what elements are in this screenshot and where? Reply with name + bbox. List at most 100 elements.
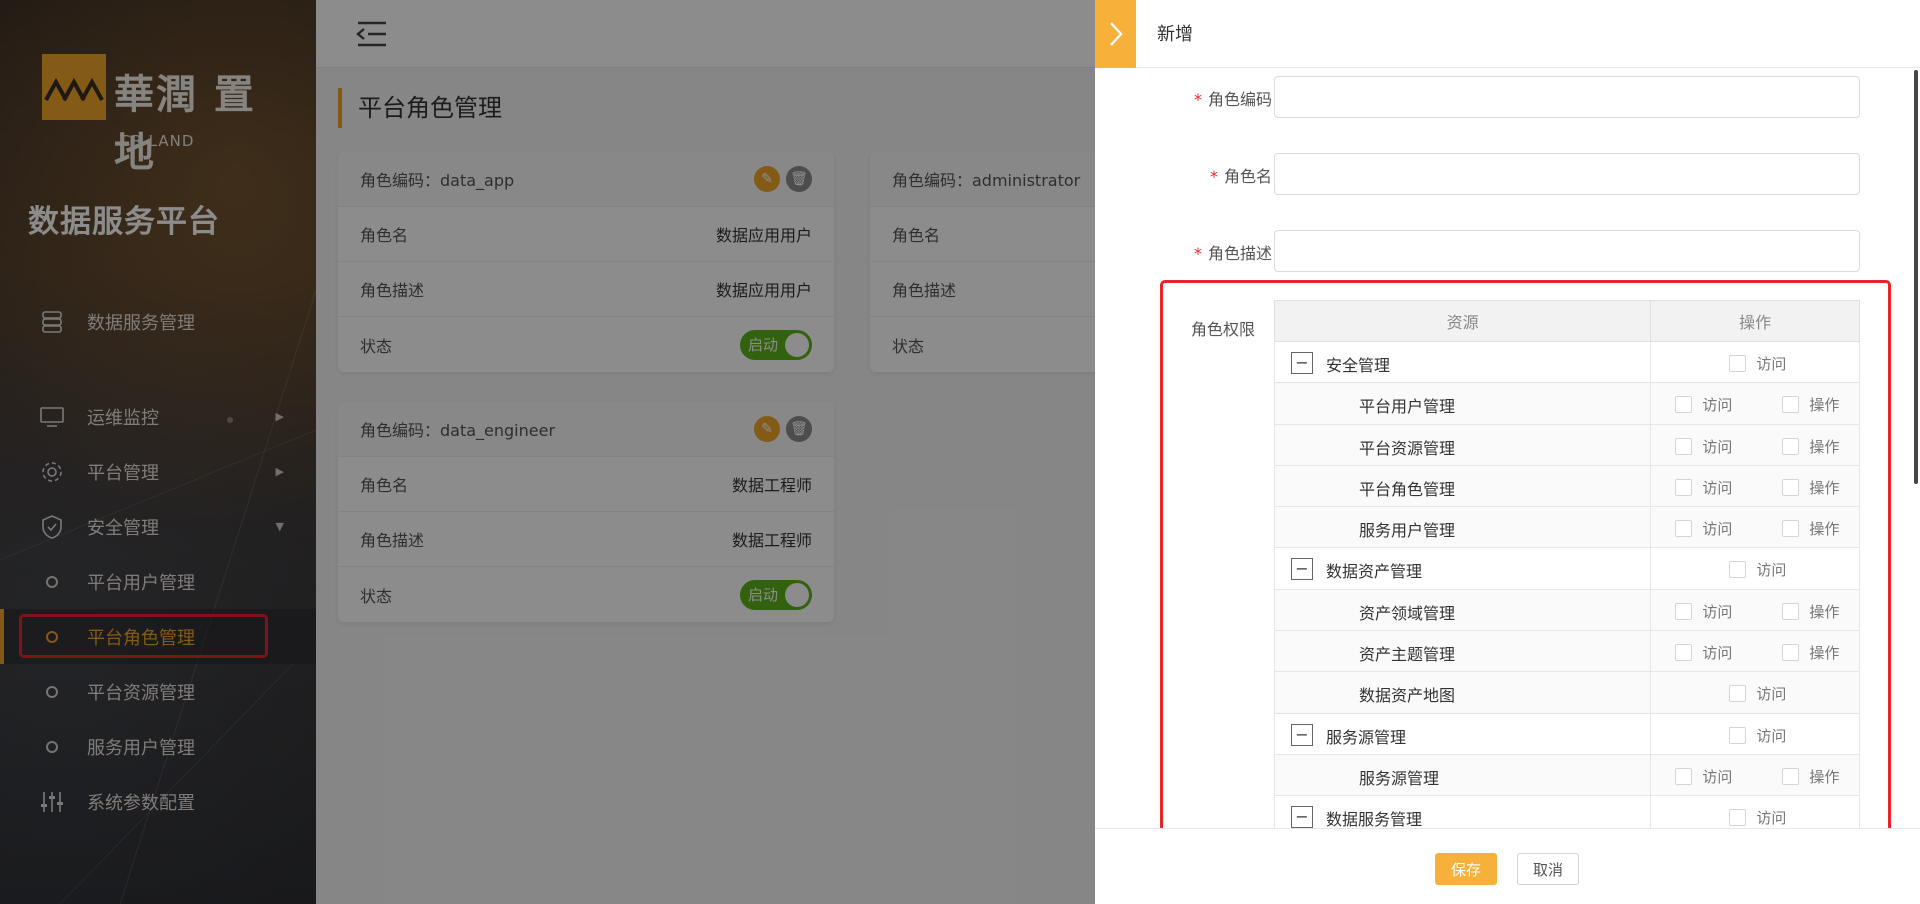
resource-name: 数据资产管理 — [1326, 562, 1423, 582]
collapse-minus-icon[interactable]: − — [1291, 352, 1313, 374]
column-header-resource: 资源 — [1273, 300, 1652, 342]
access-option[interactable]: 访问 — [1675, 642, 1732, 663]
role-name-input[interactable] — [1274, 153, 1860, 195]
access-checkbox[interactable] — [1729, 809, 1747, 827]
scrollbar-thumb[interactable] — [1914, 70, 1918, 484]
access-label: 访问 — [1702, 396, 1733, 415]
permission-row: 服务用户管理 访问 操作 — [1273, 506, 1860, 549]
operate-option[interactable]: 操作 — [1782, 477, 1839, 498]
operate-checkbox[interactable] — [1782, 602, 1800, 620]
operate-option[interactable]: 操作 — [1782, 436, 1839, 457]
access-checkbox[interactable] — [1675, 437, 1693, 455]
access-option[interactable]: 访问 — [1729, 559, 1786, 580]
collapse-minus-icon[interactable]: − — [1291, 723, 1313, 746]
access-option[interactable]: 访问 — [1729, 807, 1786, 828]
required-mark: * — [1193, 90, 1202, 109]
access-option[interactable]: 访问 — [1729, 353, 1786, 374]
access-checkbox[interactable] — [1675, 396, 1693, 414]
operation-cell: 访问 — [1650, 671, 1860, 714]
access-option[interactable]: 访问 — [1729, 725, 1786, 746]
access-label: 访问 — [1702, 520, 1733, 539]
permission-table: 资源 操作 − 安全管理 访问 平台用户管理 访问 操作 平台资源管理 访问 操作 平台角色管理访… — [1273, 300, 1860, 838]
permission-row: 服务源管理 访问 操作 — [1273, 753, 1860, 797]
access-option[interactable]: 访问 — [1675, 601, 1732, 622]
resource-cell: 资产主题管理 — [1273, 630, 1652, 673]
access-checkbox[interactable] — [1729, 355, 1747, 372]
access-checkbox[interactable] — [1675, 520, 1693, 538]
resource-name: 服务源管理 — [1326, 727, 1407, 747]
modal-mask[interactable] — [0, 0, 1095, 904]
operation-cell: 访问 — [1650, 340, 1860, 384]
resource-cell: 平台用户管理 — [1273, 382, 1652, 425]
operation-cell: 访问 操作 — [1650, 382, 1860, 425]
access-checkbox[interactable] — [1729, 685, 1747, 703]
access-option[interactable]: 访问 — [1675, 436, 1732, 457]
access-label: 访问 — [1756, 809, 1787, 828]
resource-name: 服务用户管理 — [1359, 521, 1456, 541]
operate-checkbox[interactable] — [1782, 478, 1800, 496]
operate-checkbox[interactable] — [1782, 644, 1800, 662]
access-label: 访问 — [1702, 437, 1733, 456]
resource-cell: − 数据资产管理 — [1273, 547, 1652, 590]
access-label: 访问 — [1702, 602, 1733, 621]
access-checkbox[interactable] — [1675, 767, 1693, 785]
operate-option[interactable]: 操作 — [1782, 394, 1839, 415]
access-checkbox[interactable] — [1729, 561, 1747, 579]
operation-cell: 访问 操作 — [1650, 753, 1860, 797]
drawer-title: 新增 — [1157, 24, 1193, 45]
resource-cell: − 安全管理 — [1273, 340, 1652, 384]
operate-checkbox[interactable] — [1782, 396, 1800, 414]
resource-name: 资产领域管理 — [1359, 603, 1456, 623]
role-code-input[interactable] — [1274, 76, 1860, 118]
operation-cell: 访问 操作 — [1650, 423, 1860, 466]
access-option[interactable]: 访问 — [1675, 394, 1732, 415]
role-desc-input[interactable] — [1274, 230, 1860, 272]
cancel-button[interactable]: 取消 — [1517, 853, 1579, 885]
access-option[interactable]: 访问 — [1675, 766, 1732, 787]
permission-row: − 数据资产管理 访问 — [1273, 547, 1860, 590]
field-label: * 角色名 — [1210, 163, 1272, 187]
permission-row: 平台角色管理 访问 操作 — [1273, 464, 1860, 508]
operate-checkbox[interactable] — [1782, 520, 1800, 538]
resource-cell: 数据资产地图 — [1273, 671, 1652, 714]
access-checkbox[interactable] — [1675, 602, 1693, 620]
access-option[interactable]: 访问 — [1675, 518, 1732, 539]
access-checkbox[interactable] — [1675, 478, 1693, 496]
field-label: * 角色描述 — [1194, 240, 1272, 264]
resource-cell: − 服务源管理 — [1273, 712, 1652, 755]
operate-option[interactable]: 操作 — [1782, 518, 1839, 539]
access-option[interactable]: 访问 — [1729, 683, 1786, 704]
operate-option[interactable]: 操作 — [1782, 642, 1839, 663]
operate-option[interactable]: 操作 — [1782, 601, 1839, 622]
operate-option[interactable]: 操作 — [1782, 766, 1839, 787]
permission-row: 平台资源管理 访问 操作 — [1273, 423, 1860, 466]
field-label: * 角色编码 — [1194, 86, 1272, 110]
operate-checkbox[interactable] — [1782, 767, 1800, 785]
drawer-close-button[interactable] — [1095, 0, 1136, 68]
permission-label: 角色权限 — [1191, 320, 1256, 339]
access-label: 访问 — [1702, 767, 1733, 786]
collapse-minus-icon[interactable]: − — [1291, 558, 1313, 581]
access-label: 访问 — [1756, 561, 1787, 580]
access-label: 访问 — [1756, 685, 1787, 704]
access-checkbox[interactable] — [1675, 644, 1693, 662]
permission-row: 数据资产地图 访问 — [1273, 671, 1860, 714]
resource-name: 平台用户管理 — [1359, 397, 1456, 417]
operation-cell: 访问 操作 — [1650, 588, 1860, 632]
access-label: 访问 — [1702, 478, 1733, 497]
operate-label: 操作 — [1809, 478, 1840, 497]
operate-label: 操作 — [1809, 644, 1840, 663]
collapse-minus-icon[interactable]: − — [1291, 806, 1313, 829]
operate-label: 操作 — [1809, 396, 1840, 415]
role-code-label: 角色编码 — [1207, 90, 1272, 109]
operate-checkbox[interactable] — [1782, 437, 1800, 455]
drawer-header: 新增 — [1095, 0, 1920, 68]
access-checkbox[interactable] — [1729, 726, 1747, 744]
drawer-scrollbar[interactable] — [1912, 68, 1920, 828]
access-option[interactable]: 访问 — [1675, 477, 1732, 498]
resource-name: 服务源管理 — [1359, 768, 1440, 788]
add-role-drawer: 新增 * 角色编码 * 角色名 * 角色描述 角色权限 资源 操作 − 安全管理 访问 平台… — [1095, 0, 1920, 904]
resource-cell: 服务用户管理 — [1273, 506, 1652, 549]
operation-cell: 访问 操作 — [1650, 630, 1860, 673]
save-button[interactable]: 保存 — [1435, 853, 1497, 885]
